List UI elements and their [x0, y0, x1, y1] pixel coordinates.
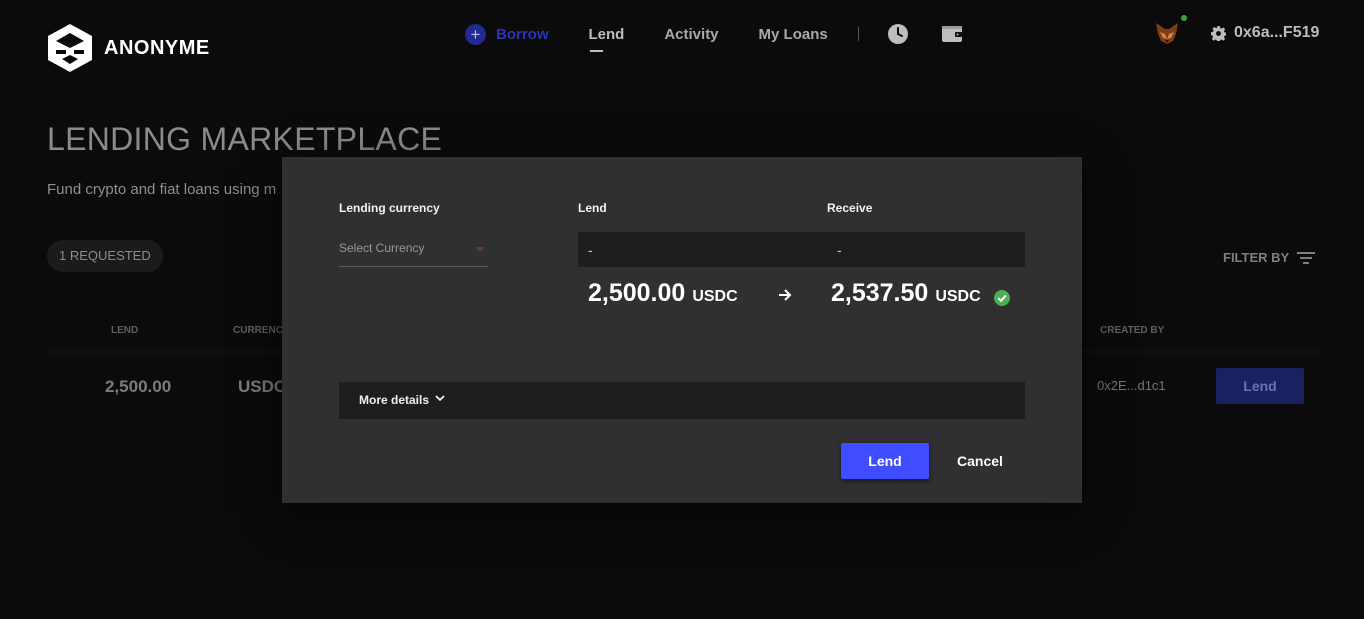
lend-label: Lend: [578, 201, 607, 215]
column-header-currency: CURRENC: [233, 325, 283, 336]
receive-amount: 2,537.50: [831, 279, 929, 307]
cancel-button[interactable]: Cancel: [945, 443, 1015, 479]
lend-modal: Lending currency Lend Receive Select Cur…: [282, 157, 1082, 503]
clock-icon[interactable]: [887, 23, 909, 45]
nav-borrow[interactable]: + Borrow: [465, 23, 549, 45]
receive-label: Receive: [827, 201, 873, 215]
brand-name: ANONYME: [104, 36, 210, 59]
page-title: LENDING MARKETPLACE: [47, 121, 443, 157]
cell-currency: USDC: [238, 377, 287, 396]
chevron-down-icon: [435, 395, 445, 402]
nav-borrow-label: Borrow: [496, 25, 549, 43]
requested-count-chip[interactable]: 1 REQUESTED: [47, 240, 163, 272]
cell-created-by: 0x2E...d1c1: [1097, 378, 1166, 393]
account-menu[interactable]: 0x6a...F519: [1211, 24, 1319, 42]
nav-my-loans[interactable]: My Loans: [759, 26, 828, 43]
wallet-icon[interactable]: [941, 23, 963, 45]
dropdown-caret-icon: [476, 247, 484, 252]
receive-currency: USDC: [935, 288, 981, 305]
more-details-label: More details: [359, 393, 430, 407]
nav-activity[interactable]: Activity: [664, 26, 718, 43]
lend-field-value: -: [588, 242, 593, 258]
brand-logo[interactable]: ANONYME: [44, 22, 210, 74]
row-lend-button[interactable]: Lend: [1216, 368, 1304, 404]
amount-field-bar[interactable]: - -: [578, 232, 1025, 267]
lending-currency-label: Lending currency: [339, 201, 440, 215]
gear-icon: [1211, 25, 1226, 41]
lend-button[interactable]: Lend: [841, 443, 929, 479]
currency-select-placeholder: Select Currency: [339, 241, 425, 255]
check-circle-icon: [994, 290, 1010, 306]
nav-divider: [857, 27, 859, 41]
plus-circle-icon: +: [465, 23, 486, 45]
metamask-fox-icon[interactable]: [1154, 20, 1180, 46]
lend-amount: 2,500.00: [588, 279, 686, 307]
more-details-toggle[interactable]: More details: [339, 382, 1025, 419]
account-address: 0x6a...F519: [1234, 24, 1320, 41]
filter-button[interactable]: FILTER BY: [1223, 250, 1316, 265]
anonyme-logo-icon: [48, 24, 92, 72]
filter-label: FILTER BY: [1223, 250, 1290, 265]
column-header-lend: LEND: [111, 325, 139, 336]
receive-amount-display: 2,537.50 USDC: [831, 279, 981, 308]
lend-currency: USDC: [692, 288, 738, 305]
lend-amount-display: 2,500.00 USDC: [588, 279, 738, 308]
main-nav: + Borrow Lend Activity My Loans: [465, 22, 995, 52]
receive-field-value: -: [837, 242, 842, 258]
app-page: ANONYME + Borrow Lend Activity My Loans: [0, 0, 1364, 619]
nav-lend[interactable]: Lend: [589, 26, 624, 52]
arrow-right-icon: [779, 289, 792, 301]
connection-status-dot: [1181, 15, 1187, 21]
currency-select[interactable]: Select Currency: [339, 241, 488, 267]
page-subtitle: Fund crypto and fiat loans using m: [47, 181, 277, 198]
column-header-created-by: CREATED BY: [1100, 325, 1165, 336]
cell-lend-amount: 2,500.00: [105, 377, 172, 396]
filter-icon: [1297, 251, 1316, 264]
